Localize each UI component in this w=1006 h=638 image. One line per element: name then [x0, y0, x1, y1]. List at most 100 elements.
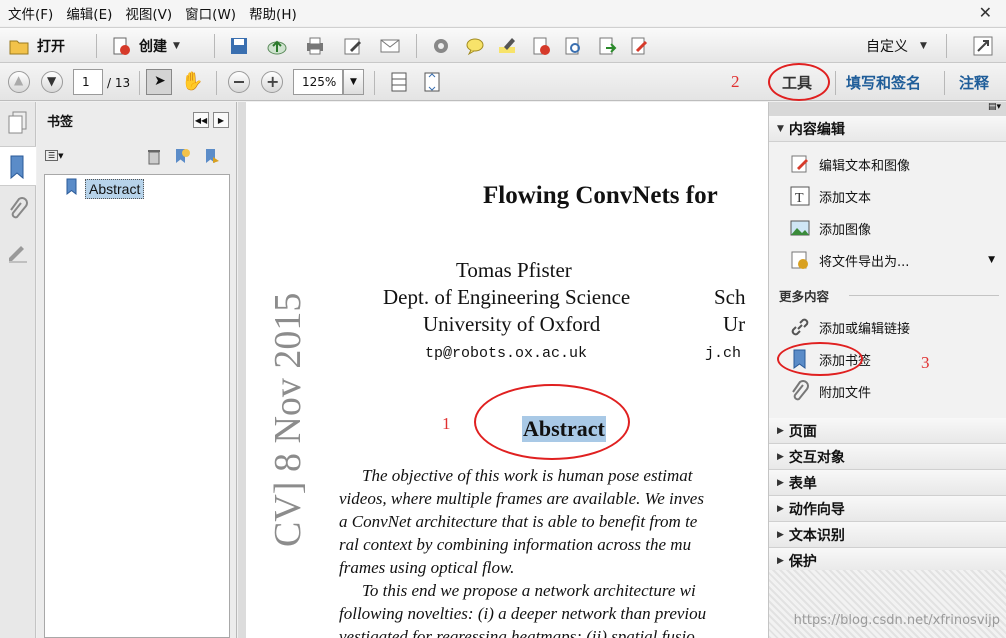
pages-section[interactable]: ▶ 页面 [769, 418, 1006, 444]
page-number-input[interactable]: 1 [73, 69, 103, 95]
hand-tool-icon[interactable]: ✋ [181, 71, 203, 92]
chevron-down-icon: ▼ [920, 41, 927, 51]
menu-window[interactable]: 窗口(W) [181, 3, 245, 23]
section-divider [849, 295, 999, 296]
edit-text-images-item[interactable]: 编辑文本和图像 [789, 152, 910, 176]
paperclip-icon [792, 380, 809, 401]
paper-title: Flowing ConvNets for [483, 182, 718, 209]
trash-icon[interactable] [145, 147, 163, 165]
annotation-2: 2 [731, 72, 740, 91]
export-file-item[interactable]: 将文件导出为... ▼ [789, 248, 995, 272]
bookmarks-tree: Abstract [44, 174, 230, 638]
chevron-down-icon: ▼ [988, 255, 995, 265]
open-button[interactable]: 打开 [8, 34, 65, 58]
comment-icon[interactable] [464, 35, 486, 57]
add-edit-link-item[interactable]: 添加或编辑链接 [789, 315, 910, 339]
gear-icon[interactable] [430, 35, 452, 57]
chevron-down-icon: ▼ [58, 152, 64, 160]
next-page-button[interactable]: ▼ [41, 71, 63, 93]
author-department: Dept. of Engineering Science [383, 285, 631, 309]
bookmarks-title: 书签 [47, 114, 74, 130]
upload-cloud-icon[interactable] [266, 35, 288, 57]
export-icon[interactable] [596, 35, 618, 57]
bookmark-item-abstract[interactable]: Abstract [85, 179, 145, 199]
add-image-item[interactable]: 添加图像 [789, 216, 871, 240]
menu-help[interactable]: 帮助(H) [245, 3, 306, 23]
interactive-objects-section[interactable]: ▶ 交互对象 [769, 444, 1006, 470]
splitter-handle[interactable] [238, 102, 246, 638]
pdf-page: Flowing ConvNets for Tomas Pfister Dept.… [246, 102, 768, 638]
document-search-icon[interactable] [562, 35, 584, 57]
triangle-right-icon: ▶ [777, 451, 784, 462]
triangle-right-icon: ▶ [777, 503, 784, 514]
annotation-1: 1 [442, 414, 451, 433]
collapse-panel-button[interactable]: ◀◀ [193, 112, 209, 128]
pane-options-icon[interactable]: ▤▾ [988, 102, 1001, 112]
arrow-up-icon: ▲ [14, 73, 24, 87]
scroll-mode-icon[interactable] [388, 71, 410, 93]
fill-sign-tab[interactable]: 填写和签名 [846, 72, 921, 93]
bookmark-from-selection-icon[interactable] [203, 147, 221, 165]
fit-page-icon[interactable] [421, 71, 443, 93]
paperclip-icon[interactable] [7, 197, 29, 223]
pane-options-bar: ▤▾ [769, 102, 1006, 116]
sign-document-icon[interactable] [628, 35, 650, 57]
chevron-down-icon: ▼ [350, 77, 357, 87]
annotation-3: 3 [921, 353, 930, 372]
signature-icon[interactable] [6, 240, 30, 264]
triangle-right-icon: ▶ [777, 555, 784, 566]
tools-pane: ▤▾ ▼ 内容编辑 编辑文本和图像 T 添加文本 添加图像 将文件导出为... ▼… [768, 102, 1006, 638]
content-edit-section[interactable]: ▼ 内容编辑 [769, 116, 1006, 142]
page-thumbnails-icon[interactable] [6, 110, 30, 136]
zoom-out-button[interactable] [228, 71, 250, 93]
edit-document-icon[interactable] [342, 35, 364, 57]
zoom-input[interactable]: 125% [293, 69, 343, 95]
edit-text-images-label: 编辑文本和图像 [819, 158, 911, 174]
highlight-icon[interactable] [496, 35, 518, 57]
bookmarks-nav-button[interactable] [0, 146, 36, 186]
abstract-line-1: The objective of this work is human pose… [362, 466, 693, 485]
link-icon [791, 318, 809, 336]
triangle-right-icon: ▶ [777, 425, 784, 436]
select-tool-button[interactable]: ➤ [146, 69, 172, 95]
delete-page-icon[interactable] [530, 35, 552, 57]
email-icon[interactable] [379, 35, 401, 57]
menu-file[interactable]: 文件(F) [4, 3, 62, 23]
create-pdf-icon [113, 37, 130, 55]
add-text-item[interactable]: T 添加文本 [789, 184, 871, 208]
comment-tab[interactable]: 注释 [959, 72, 989, 93]
action-wizard-section[interactable]: ▶ 动作向导 [769, 496, 1006, 522]
print-icon[interactable] [304, 35, 326, 57]
forms-section-label: 表单 [788, 475, 817, 492]
text-recognition-section[interactable]: ▶ 文本识别 [769, 522, 1006, 548]
attach-file-item[interactable]: 附加文件 [789, 379, 871, 403]
cursor-icon: ➤ [154, 73, 166, 89]
customize-label: 自定义 [866, 39, 908, 55]
previous-page-button[interactable]: ▲ [8, 71, 30, 93]
zoom-in-button[interactable]: + [261, 71, 283, 93]
minus-icon [234, 81, 244, 83]
author-email: tp@robots.ox.ac.uk [425, 345, 588, 362]
annotation-circle-1 [474, 384, 630, 460]
image-icon [790, 220, 810, 236]
chevron-down-icon: ▼ [173, 41, 180, 51]
new-bookmark-icon[interactable] [173, 147, 191, 165]
annotation-circle-3 [777, 342, 863, 376]
menu-edit[interactable]: 编辑(E) [62, 3, 121, 23]
fullscreen-icon[interactable] [972, 35, 994, 57]
customize-dropdown[interactable]: 自定义 ▼ [866, 34, 927, 58]
save-icon[interactable] [228, 35, 250, 57]
expand-panel-button[interactable]: ▶ [213, 112, 229, 128]
forms-section[interactable]: ▶ 表单 [769, 470, 1006, 496]
abstract-line-7: following novelties: (i) a deeper networ… [339, 604, 707, 623]
bookmark-options-button[interactable]: ☰ ▼ [45, 148, 64, 161]
document-viewer: Flowing ConvNets for Tomas Pfister Dept.… [238, 102, 768, 638]
close-icon[interactable]: ✕ [979, 3, 992, 22]
abstract-line-3: a ConvNet architecture that is able to b… [339, 512, 698, 531]
create-button[interactable]: 创建 ▼ [110, 34, 180, 58]
add-edit-link-label: 添加或编辑链接 [819, 321, 911, 337]
zoom-dropdown-button[interactable]: ▼ [343, 69, 364, 95]
menu-view[interactable]: 视图(V) [121, 3, 181, 23]
triangle-down-icon: ▼ [777, 123, 784, 134]
author-name: Tomas Pfister [456, 258, 572, 282]
